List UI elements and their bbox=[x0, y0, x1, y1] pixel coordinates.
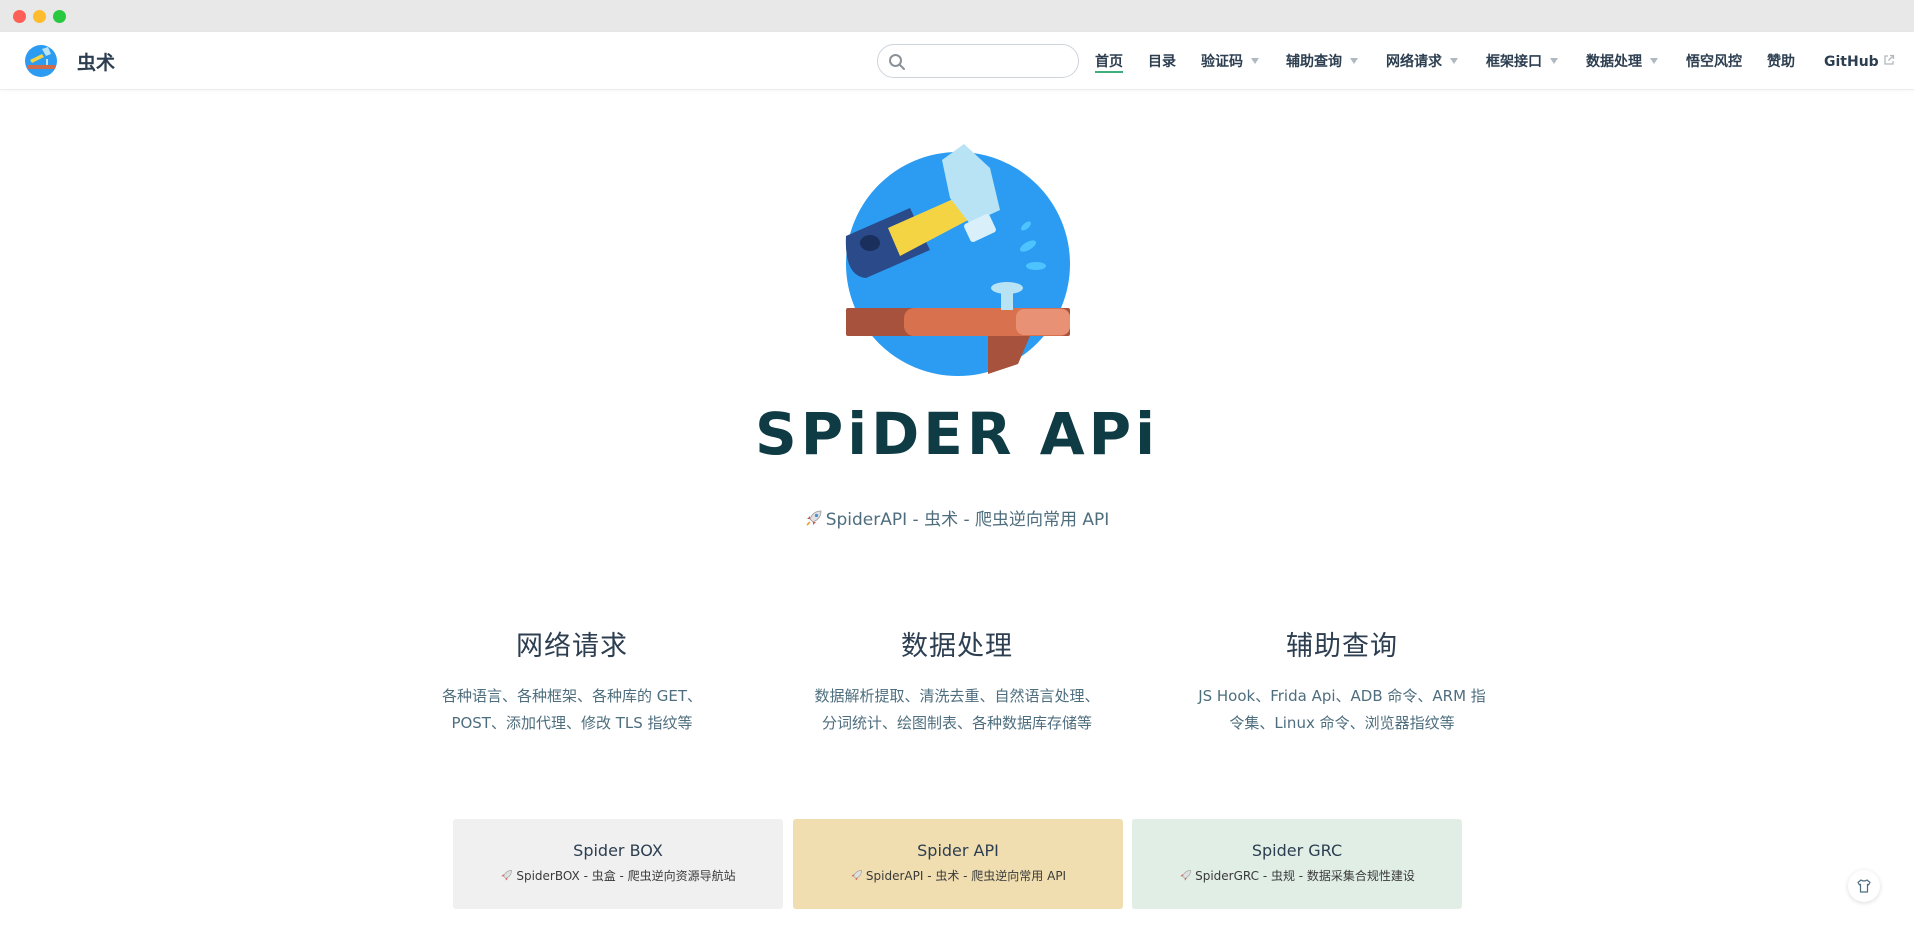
rocket-icon bbox=[1180, 870, 1191, 881]
nav-framework-api[interactable]: 框架接口 bbox=[1486, 51, 1558, 73]
chevron-down-icon bbox=[1251, 58, 1259, 64]
card-title: Spider BOX bbox=[573, 841, 663, 860]
card-description: SpiderGRC - 虫规 - 数据采集合规性建设 bbox=[1132, 867, 1462, 884]
card-description: SpiderBOX - 虫盒 - 爬虫逆向资源导航站 bbox=[453, 867, 783, 884]
nav-wukong-risk[interactable]: 悟空风控 bbox=[1686, 51, 1742, 73]
search-box[interactable] bbox=[877, 44, 1079, 78]
shirt-icon bbox=[1857, 879, 1871, 893]
external-link-icon bbox=[1884, 54, 1894, 65]
window-close-button[interactable] bbox=[13, 10, 26, 23]
nav-catalog[interactable]: 目录 bbox=[1148, 51, 1176, 73]
card-spider-grc[interactable]: Spider GRC SpiderGRC - 虫规 - 数据采集合规性建设 bbox=[1132, 819, 1462, 909]
card-description: SpiderAPI - 虫术 - 爬虫逆向常用 API bbox=[793, 867, 1123, 884]
card-title: Spider API bbox=[917, 841, 999, 860]
home-link[interactable]: 虫术 bbox=[24, 44, 115, 78]
feature-text: JS Hook、Frida Api、ADB 命令、ARM 指令集、Linux 命… bbox=[1198, 687, 1486, 732]
rocket-icon bbox=[851, 870, 862, 881]
navbar: 虫术 首页 目录 验证码 辅助查询 网络请求 框架接口 数据处理 悟空风控 赞助… bbox=[0, 32, 1914, 90]
nav-home[interactable]: 首页 bbox=[1095, 51, 1123, 73]
window-minimize-button[interactable] bbox=[33, 10, 46, 23]
card-title: Spider GRC bbox=[1251, 841, 1343, 860]
hero-title: SPiDER APi bbox=[754, 400, 1160, 468]
card-spider-api[interactable]: Spider API SpiderAPI - 虫术 - 爬虫逆向常用 API bbox=[793, 819, 1123, 909]
theme-toggle-button[interactable] bbox=[1848, 870, 1880, 902]
feature-text: 数据解析提取、清洗去重、自然语言处理、 分词统计、绘图制表、各种数据库存储等 bbox=[814, 687, 1100, 732]
chevron-down-icon bbox=[1550, 58, 1558, 64]
rocket-icon bbox=[501, 870, 513, 881]
card-spider-box[interactable]: Spider BOX SpiderBOX - 虫盒 - 爬虫逆向资源导航站 bbox=[453, 819, 783, 909]
chevron-down-icon bbox=[1650, 58, 1658, 64]
search-input[interactable] bbox=[912, 51, 1072, 71]
nav-network-request[interactable]: 网络请求 bbox=[1386, 51, 1458, 73]
nav-auxiliary-query[interactable]: 辅助查询 bbox=[1286, 51, 1358, 73]
feature-title: 数据处理 bbox=[901, 631, 1013, 662]
chevron-down-icon bbox=[1350, 58, 1358, 64]
window-titlebar bbox=[0, 0, 1914, 32]
nav-data-processing[interactable]: 数据处理 bbox=[1586, 51, 1658, 73]
site-name: 虫术 bbox=[77, 51, 116, 74]
rocket-icon bbox=[806, 510, 822, 526]
feature-text: 各种语言、各种框架、各种库的 GET、 POST、添加代理、修改 TLS 指纹等 bbox=[441, 687, 703, 732]
site-logo-icon bbox=[25, 45, 57, 77]
feature-data-processing: 数据处理 数据解析提取、清洗去重、自然语言处理、 分词统计、绘图制表、各种数据库存… bbox=[807, 624, 1107, 737]
search-icon bbox=[889, 54, 905, 70]
feature-title: 网络请求 bbox=[516, 631, 628, 662]
feature-network-request: 网络请求 各种语言、各种框架、各种库的 GET、 POST、添加代理、修改 TLS… bbox=[422, 624, 722, 737]
feature-title: 辅助查询 bbox=[1286, 631, 1398, 662]
hero-hammer-illustration bbox=[845, 144, 1070, 376]
nav-sponsor[interactable]: 赞助 bbox=[1767, 51, 1795, 73]
hero-description: SpiderAPI - 虫术 - 爬虫逆向常用 API bbox=[0, 505, 1914, 530]
nav-captcha[interactable]: 验证码 bbox=[1201, 51, 1259, 73]
window-maximize-button[interactable] bbox=[53, 10, 66, 23]
chevron-down-icon bbox=[1450, 58, 1458, 64]
feature-auxiliary-query: 辅助查询 JS Hook、Frida Api、ADB 命令、ARM 指令集、Li… bbox=[1192, 624, 1492, 737]
nav-github[interactable]: GitHub bbox=[1824, 51, 1895, 73]
